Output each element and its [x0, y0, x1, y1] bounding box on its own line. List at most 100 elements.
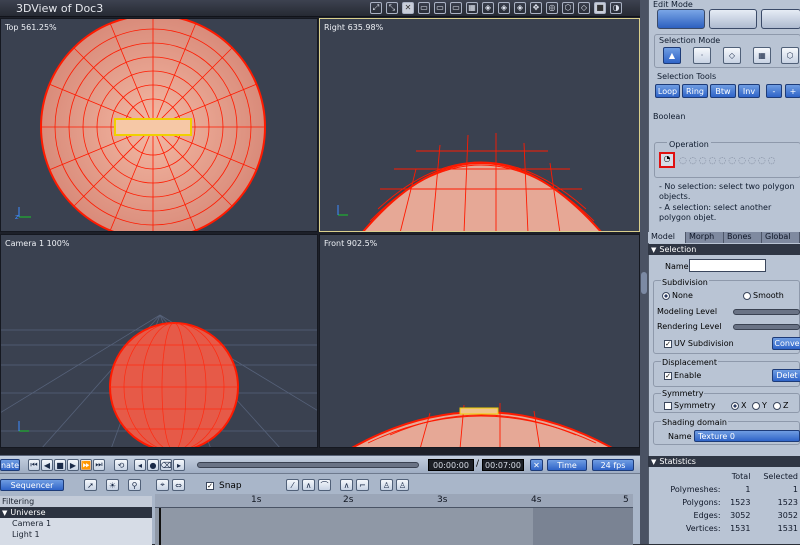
select-object-button[interactable]: ▦	[753, 47, 771, 64]
close-icon[interactable]: ✕	[530, 459, 543, 471]
viewport-label: Camera 1 100%	[5, 239, 70, 248]
statistics-header[interactable]: ▼ Statistics	[648, 456, 800, 467]
curve-step-icon[interactable]: ⌐	[356, 479, 369, 491]
zoom-icon[interactable]: ⚲	[128, 479, 141, 491]
between-button[interactable]: Btw	[710, 84, 736, 98]
cube-icon[interactable]: ◇	[578, 2, 590, 14]
add-key-icon[interactable]: ●	[147, 459, 159, 471]
filtering-row[interactable]: Filtering	[0, 496, 152, 507]
track-universe[interactable]: ▼ Universe	[0, 507, 152, 518]
shrink-button[interactable]: -	[766, 84, 782, 98]
modeling-level-slider[interactable]	[733, 309, 800, 315]
animate-button[interactable]: nate	[0, 459, 20, 471]
splitter-grip[interactable]	[641, 272, 647, 294]
panel-splitter[interactable]	[640, 0, 648, 544]
fps-select[interactable]: 24 fps	[592, 459, 634, 471]
tab-morph[interactable]: Morph	[686, 232, 724, 243]
name-input[interactable]	[689, 259, 766, 272]
enable-checkbox[interactable]: ✓ Enable	[664, 371, 701, 380]
ring-button[interactable]: Ring	[682, 84, 708, 98]
axis-x-radio[interactable]: X	[731, 401, 746, 410]
select-region-button[interactable]: ⬡	[781, 47, 799, 64]
sequencer-select[interactable]: Sequencer	[0, 479, 64, 491]
marker-icon[interactable]: ⌖	[156, 479, 169, 491]
go-end-icon[interactable]: ⏭	[93, 459, 105, 471]
edit-mode-label: Edit Mode	[653, 0, 693, 9]
fit-icon[interactable]: ⇔	[172, 479, 185, 491]
smooth-radio[interactable]: Smooth	[743, 291, 784, 300]
top-icon[interactable]: ◈	[514, 2, 526, 14]
loop-button[interactable]: Loop	[655, 84, 680, 98]
curve-peak-icon[interactable]: ∧	[302, 479, 315, 491]
tab-global[interactable]: Global	[762, 232, 800, 243]
layout2-icon[interactable]: ▭	[434, 2, 446, 14]
axis-z-radio[interactable]: Z	[773, 401, 788, 410]
delete-button[interactable]: Delet	[772, 369, 800, 382]
select-vertex-button[interactable]: ▲	[663, 47, 681, 64]
end-time-field[interactable]: 00:07:00	[482, 459, 524, 471]
delete-key-icon[interactable]: ⌫	[160, 459, 172, 471]
shaded-icon[interactable]: ■	[594, 2, 606, 14]
convert-button[interactable]: Conve	[772, 337, 800, 350]
uv-subdivision-checkbox[interactable]: ✓ UV Subdivision	[664, 339, 734, 348]
go-start-icon[interactable]: ⏮	[28, 459, 40, 471]
none-radio[interactable]: None	[662, 291, 693, 300]
boolean-union-icon[interactable]: ◔	[659, 152, 675, 168]
symmetry-checkbox[interactable]: Symmetry	[664, 401, 715, 410]
sphere-icon[interactable]: ⬡	[562, 2, 574, 14]
edit-mode-point-button[interactable]	[709, 9, 757, 29]
curve-smooth-icon[interactable]: ⌒	[318, 479, 331, 491]
layout4-icon[interactable]: ▦	[466, 2, 478, 14]
colors-icon[interactable]: ◑	[610, 2, 622, 14]
time-scrubber[interactable]	[197, 462, 419, 468]
select-face-button[interactable]: ◇	[723, 47, 741, 64]
collapse-icon[interactable]: ⤡	[386, 2, 398, 14]
step-forward-icon[interactable]: ⏩	[80, 459, 92, 471]
curve-linear-icon[interactable]: ⁄	[286, 479, 299, 491]
pointer-icon[interactable]: ➚	[84, 479, 97, 491]
edit-mode-mesh-button[interactable]	[761, 9, 800, 29]
perspective-icon[interactable]: ◈	[498, 2, 510, 14]
select-edge-button[interactable]: ·	[693, 47, 711, 64]
track-light[interactable]: Light 1	[0, 529, 152, 540]
axis-y-radio[interactable]: Y	[752, 401, 767, 410]
axis-x-label: X	[741, 401, 747, 410]
camera-icon[interactable]: ◈	[482, 2, 494, 14]
layout3-icon[interactable]: ▭	[450, 2, 462, 14]
tab-bones[interactable]: Bones	[724, 232, 762, 243]
next-key-icon[interactable]: ▸	[173, 459, 185, 471]
eye-icon[interactable]: ✕	[402, 2, 414, 14]
prev-key-icon[interactable]: ◂	[134, 459, 146, 471]
curve-ease-icon[interactable]: ∧	[340, 479, 353, 491]
selection-header[interactable]: ▼ Selection	[648, 244, 800, 255]
shading-domain-select[interactable]: Texture 0	[694, 430, 800, 442]
tab-model[interactable]: Model	[648, 232, 686, 243]
play-icon[interactable]: ▶	[67, 459, 79, 471]
step-back-icon[interactable]: ◀	[41, 459, 53, 471]
loop-icon[interactable]: ⟲	[114, 459, 128, 471]
grow-button[interactable]: +	[785, 84, 800, 98]
snap-checkbox[interactable]: ✓	[206, 482, 214, 490]
invert-button[interactable]: Inv	[738, 84, 760, 98]
rendering-level-slider[interactable]	[733, 324, 800, 330]
time-unit-select[interactable]: Time	[547, 459, 587, 471]
sun-icon[interactable]: ☀	[106, 479, 119, 491]
current-time-field[interactable]: 00:00:00	[428, 459, 474, 471]
side-icon[interactable]: ◎	[546, 2, 558, 14]
statistics-header-label: Statistics	[659, 457, 696, 466]
front-icon[interactable]: ✥	[530, 2, 542, 14]
stop-icon[interactable]: ■	[54, 459, 66, 471]
edit-mode-object-button[interactable]	[657, 9, 705, 29]
viewport-front[interactable]: Front 902.5%	[319, 234, 640, 448]
track-camera[interactable]: Camera 1	[0, 518, 152, 529]
playhead[interactable]	[159, 508, 161, 545]
layout1-icon[interactable]: ▭	[418, 2, 430, 14]
key-in-icon[interactable]: ♙	[380, 479, 393, 491]
track-area[interactable]	[155, 508, 633, 545]
viewport-top[interactable]: Top 561.25% z	[0, 18, 318, 232]
key-out-icon[interactable]: ♙	[396, 479, 409, 491]
viewport-camera[interactable]: Camera 1 100%	[0, 234, 318, 448]
expand-icon[interactable]: ⤢	[370, 2, 382, 14]
time-ruler[interactable]: 1s 2s 3s 4s 5	[155, 494, 633, 508]
viewport-right[interactable]: Right 635.98%	[319, 18, 640, 232]
